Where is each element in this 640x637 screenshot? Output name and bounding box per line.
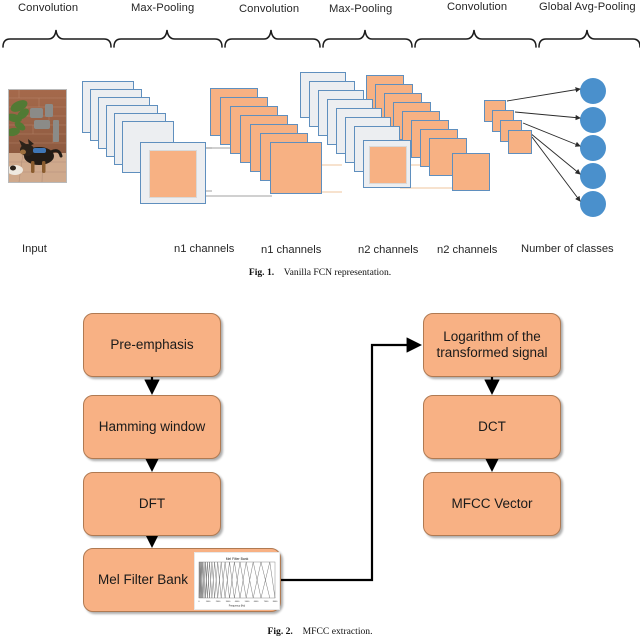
stage-braces bbox=[2, 29, 640, 48]
flow-box-mfcc-vector[interactable]: MFCC Vector bbox=[423, 472, 561, 536]
stage-label-convolution-3: Convolution bbox=[447, 1, 508, 13]
figure-1-vanilla-fcn: Convolution Max-Pooling Convolution Max-… bbox=[0, 0, 640, 285]
bottom-label-n2-b: n2 channels bbox=[437, 244, 498, 256]
figure-2-mfcc-extraction: Pre-emphasis Hamming window DFT Mel Filt… bbox=[0, 290, 640, 637]
bottom-label-n1-a: n1 channels bbox=[174, 243, 235, 255]
flow-box-dft-label: DFT bbox=[138, 496, 166, 511]
figure-1-caption-label: Fig. 1. bbox=[248, 267, 275, 278]
mel-filter-bank-inset-chart: Mel Filter Bank 0 1000 2000 3000 4000 50… bbox=[194, 552, 280, 610]
flow-box-pre-emphasis-label: Pre-emphasis bbox=[110, 337, 194, 352]
bottom-label-input: Input bbox=[22, 243, 47, 255]
feature-map-a-highlight bbox=[140, 142, 206, 204]
figure-2-caption-label: Fig. 2. bbox=[267, 626, 293, 637]
bottom-label-num-classes: Number of classes bbox=[521, 243, 614, 255]
flow-box-mel-filter-bank-label: Mel Filter Bank bbox=[98, 572, 189, 587]
feature-map-c-highlight bbox=[363, 140, 411, 188]
flow-box-pre-emphasis[interactable]: Pre-emphasis bbox=[83, 313, 221, 377]
figure-2-caption-text: MFCC extraction. bbox=[302, 626, 373, 637]
svg-text:1000: 1000 bbox=[206, 601, 211, 603]
flow-box-hamming-window[interactable]: Hamming window bbox=[83, 395, 221, 459]
svg-text:3000: 3000 bbox=[226, 601, 231, 603]
svg-text:2000: 2000 bbox=[216, 601, 221, 603]
bottom-label-n1-b: n1 channels bbox=[261, 244, 322, 256]
flow-box-logarithm[interactable]: Logarithm of the transformed signal bbox=[423, 313, 561, 377]
stage-label-global-avg-pooling: Global Avg-Pooling bbox=[539, 1, 636, 13]
svg-text:8000: 8000 bbox=[273, 601, 278, 603]
svg-text:6000: 6000 bbox=[254, 601, 259, 603]
feature-map-b7 bbox=[270, 142, 322, 194]
receptive-field-c bbox=[369, 146, 407, 184]
inset-chart-title: Mel Filter Bank bbox=[226, 557, 249, 561]
bottom-label-n2-a: n2 channels bbox=[358, 244, 419, 256]
feature-map-d9 bbox=[452, 153, 490, 191]
flow-box-dct-label: DCT bbox=[478, 419, 506, 434]
flow-box-logarithm-label: Logarithm of the transformed signal bbox=[436, 329, 548, 360]
svg-text:0: 0 bbox=[198, 601, 200, 603]
figures-page: Convolution Max-Pooling Convolution Max-… bbox=[0, 0, 640, 637]
svg-text:5000: 5000 bbox=[245, 601, 250, 603]
dense-connection-edges bbox=[506, 87, 581, 202]
gap-cell-4 bbox=[508, 130, 532, 154]
svg-text:4000: 4000 bbox=[235, 601, 240, 603]
figure-2-caption: Fig. 2. MFCC extraction. bbox=[0, 626, 640, 637]
receptive-field-a bbox=[149, 150, 197, 198]
flow-box-dft[interactable]: DFT bbox=[83, 472, 221, 536]
flow-box-dct[interactable]: DCT bbox=[423, 395, 561, 459]
inset-chart-xlabel: Frequency (Hz) bbox=[229, 605, 246, 608]
figure-1-caption: Fig. 1. Vanilla FCN representation. bbox=[0, 267, 640, 278]
flow-box-hamming-window-label: Hamming window bbox=[98, 419, 206, 434]
flow-box-mfcc-vector-label: MFCC Vector bbox=[451, 496, 533, 511]
figure-1-caption-text: Vanilla FCN representation. bbox=[283, 267, 392, 278]
svg-text:7000: 7000 bbox=[264, 601, 269, 603]
